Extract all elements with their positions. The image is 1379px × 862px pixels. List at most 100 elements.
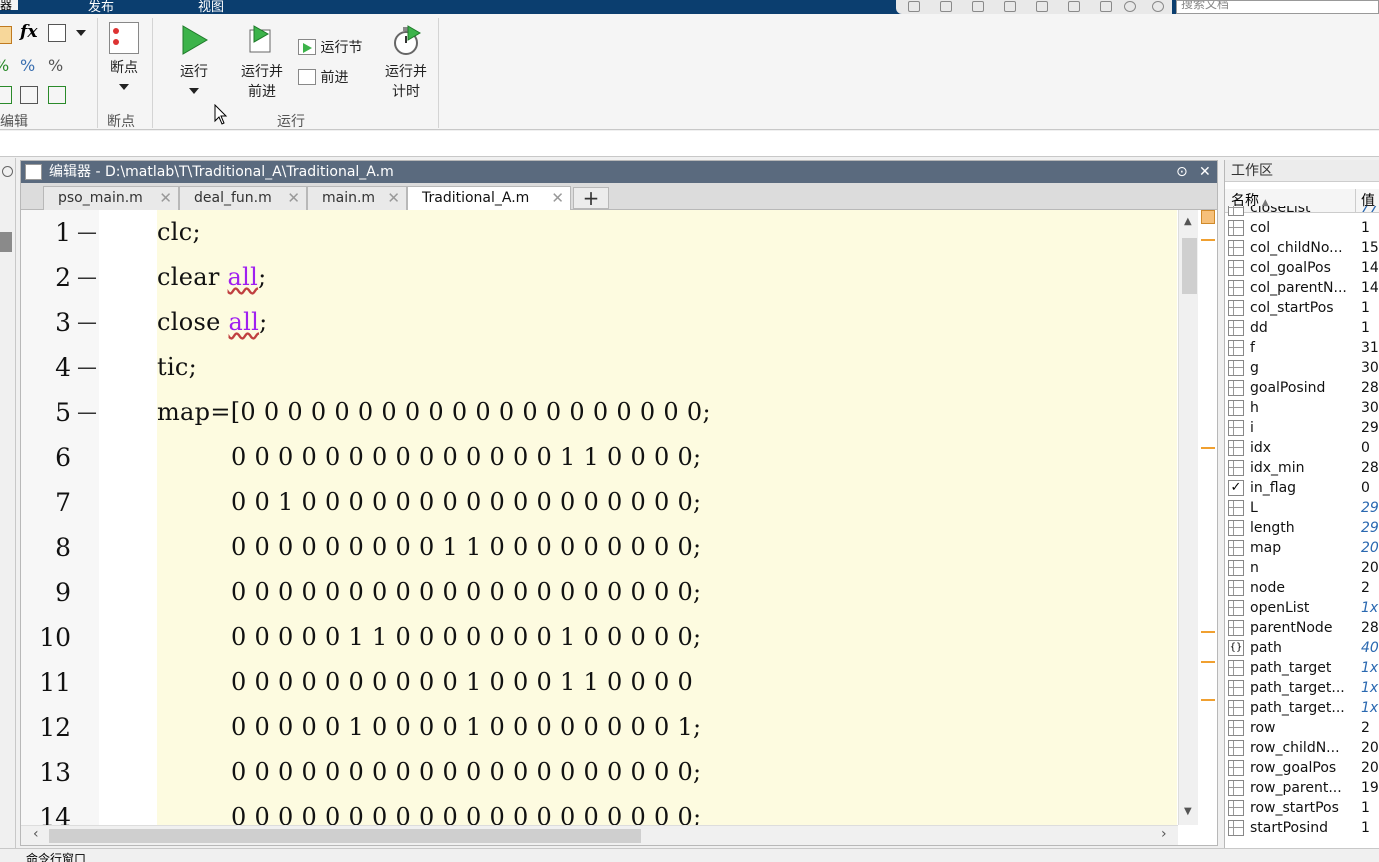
workspace-variable-row[interactable]: path_target... 1x xyxy=(1225,678,1379,698)
panel-menu-icon[interactable] xyxy=(2,166,13,177)
scroll-up-icon[interactable]: ▲ xyxy=(1184,216,1192,227)
run-and-time-button[interactable]: 运行并 计时 xyxy=(380,24,432,102)
workspace-variable-row[interactable]: row_parent... 19 xyxy=(1225,778,1379,798)
tab-pso-main[interactable]: pso_main.m ✕ xyxy=(43,186,179,210)
workspace-variable-row[interactable]: path_target 1x xyxy=(1225,658,1379,678)
breakpoint-dash[interactable]: — xyxy=(77,220,97,244)
switch-windows-icon[interactable] xyxy=(1100,1,1112,12)
vertical-scrollbar[interactable]: ▲ ▼ xyxy=(1178,210,1198,825)
workspace-variable-row[interactable]: col_goalPos 14 xyxy=(1225,258,1379,278)
workspace-variable-row[interactable]: L 29. xyxy=(1225,498,1379,518)
outdent-icon[interactable] xyxy=(48,86,66,104)
workspace-variable-row[interactable]: row_childN... 20 xyxy=(1225,738,1379,758)
workspace-variable-row[interactable]: goalPosind 280 xyxy=(1225,378,1379,398)
insert-icon[interactable] xyxy=(0,26,12,44)
workspace-variable-row[interactable]: {} path 40 xyxy=(1225,638,1379,658)
wrap-comments-icon[interactable]: % xyxy=(48,56,66,75)
code-analyzer-indicator[interactable] xyxy=(1201,210,1215,224)
tab-editor[interactable]: 器 xyxy=(0,0,18,12)
workspace-variable-row[interactable]: g 30. xyxy=(1225,358,1379,378)
workspace-variable-row[interactable]: parentNode 280 xyxy=(1225,618,1379,638)
close-icon[interactable]: ✕ xyxy=(551,187,564,209)
save-icon[interactable] xyxy=(908,1,920,12)
workspace-variable-row[interactable]: startPosind 1 xyxy=(1225,818,1379,838)
workspace-variable-row[interactable]: col_startPos 1 xyxy=(1225,298,1379,318)
close-icon[interactable]: ✕ xyxy=(159,187,172,209)
advance-button[interactable]: 前进 xyxy=(298,68,374,88)
indent-smart-icon[interactable] xyxy=(0,86,12,104)
workspace-variable-row[interactable]: openList 1x xyxy=(1225,598,1379,618)
close-icon[interactable]: ✕ xyxy=(287,187,300,209)
warning-marker[interactable] xyxy=(1201,699,1215,701)
breakpoints-button[interactable]: 断点 xyxy=(104,22,144,90)
uncomment-icon[interactable]: % xyxy=(20,56,38,75)
workspace-variable-row[interactable]: path_target... 1x xyxy=(1225,698,1379,718)
redo-icon[interactable] xyxy=(1068,1,1080,12)
run-and-advance-button[interactable]: 运行并 前进 xyxy=(236,24,288,102)
workspace-variable-row[interactable]: idx_min 28 xyxy=(1225,458,1379,478)
breakpoint-dash[interactable]: — xyxy=(77,265,97,289)
new-tab-button[interactable]: + xyxy=(573,187,609,209)
scroll-down-icon[interactable]: ▼ xyxy=(1184,806,1192,817)
workspace-variable-row[interactable]: row_startPos 1 xyxy=(1225,798,1379,818)
editor-menu-icon[interactable]: ⊙ xyxy=(1176,161,1188,183)
workspace-variable-row[interactable]: i 29 xyxy=(1225,418,1379,438)
fx-icon[interactable]: fx xyxy=(20,22,38,42)
run-section-button[interactable]: 运行节 xyxy=(298,38,374,58)
warning-marker[interactable] xyxy=(1201,239,1215,241)
tab-view[interactable]: 视图 xyxy=(198,0,224,15)
run-button[interactable]: 运行 xyxy=(172,24,216,94)
copy-icon[interactable] xyxy=(972,1,984,12)
function-template-icon[interactable] xyxy=(48,24,66,42)
tab-main[interactable]: main.m ✕ xyxy=(307,186,407,210)
close-icon[interactable]: ✕ xyxy=(387,187,400,209)
workspace-variable-row[interactable]: h 30 xyxy=(1225,398,1379,418)
scroll-right-icon[interactable]: › xyxy=(1161,826,1167,842)
tab-traditional-a[interactable]: Traditional_A.m ✕ xyxy=(407,186,571,211)
workspace-variable-row[interactable]: n 20 xyxy=(1225,558,1379,578)
workspace-variable-row[interactable]: map 20. xyxy=(1225,538,1379,558)
scroll-thumb[interactable] xyxy=(49,829,641,843)
cut-icon[interactable] xyxy=(940,1,952,12)
workspace-variable-row[interactable]: dd 1 xyxy=(1225,318,1379,338)
horizontal-scrollbar[interactable]: ‹ › xyxy=(21,825,1178,845)
close-icon[interactable]: ✕ xyxy=(1199,161,1211,183)
workspace-variable-row[interactable]: idx 0 xyxy=(1225,438,1379,458)
indent-icon[interactable] xyxy=(20,86,38,104)
chevron-down-icon[interactable] xyxy=(76,30,86,36)
breakpoint-dash[interactable]: — xyxy=(77,310,97,334)
workspace-variable-row[interactable]: col 1 xyxy=(1225,218,1379,238)
code-area[interactable]: clc; clear all; close all; tic; map=[0 0… xyxy=(157,210,1177,825)
tab-publish[interactable]: 发布 xyxy=(88,0,114,15)
breakpoints-group-label: 断点 xyxy=(107,114,135,130)
search-docs-input[interactable]: 搜索文档 xyxy=(1176,0,1379,14)
help-icon[interactable] xyxy=(1124,1,1136,12)
current-folder-panel-collapsed[interactable] xyxy=(0,158,16,862)
workspace-variable-row[interactable]: col_childNo... 15 xyxy=(1225,238,1379,258)
breakpoint-dash[interactable]: — xyxy=(77,355,97,379)
warning-marker[interactable] xyxy=(1201,447,1215,449)
matrix-icon xyxy=(1228,800,1244,816)
command-window-title[interactable]: 命令行窗口 xyxy=(0,848,1379,862)
workspace-variable-row[interactable]: node 2 xyxy=(1225,578,1379,598)
workspace-variable-row[interactable]: f 31. xyxy=(1225,338,1379,358)
tab-deal-fun[interactable]: deal_fun.m ✕ xyxy=(179,186,307,210)
paste-icon[interactable] xyxy=(1004,1,1016,12)
undo-icon[interactable] xyxy=(1036,1,1048,12)
workspace-variable-row[interactable]: row_goalPos 20 xyxy=(1225,758,1379,778)
workspace-variable-row[interactable]: ✓ in_flag 0 xyxy=(1225,478,1379,498)
workspace-variable-row[interactable]: closeList 77 xyxy=(1225,206,1379,218)
workspace-variable-row[interactable]: col_parentN... 14 xyxy=(1225,278,1379,298)
community-icon[interactable] xyxy=(1152,1,1164,12)
breakpoint-dash[interactable]: — xyxy=(77,400,97,424)
scroll-thumb[interactable] xyxy=(1182,238,1197,294)
comment-icon[interactable]: % xyxy=(0,56,12,75)
workspace-variable-row[interactable]: length 29. xyxy=(1225,518,1379,538)
scroll-left-icon[interactable]: ‹ xyxy=(33,826,39,842)
workspace-variable-row[interactable]: row 2 xyxy=(1225,718,1379,738)
advance-label: 前进 xyxy=(320,70,349,86)
address-bar[interactable] xyxy=(0,131,1379,157)
warning-marker[interactable] xyxy=(1201,661,1215,663)
warning-marker[interactable] xyxy=(1201,631,1215,633)
variable-value: 29. xyxy=(1361,500,1379,516)
